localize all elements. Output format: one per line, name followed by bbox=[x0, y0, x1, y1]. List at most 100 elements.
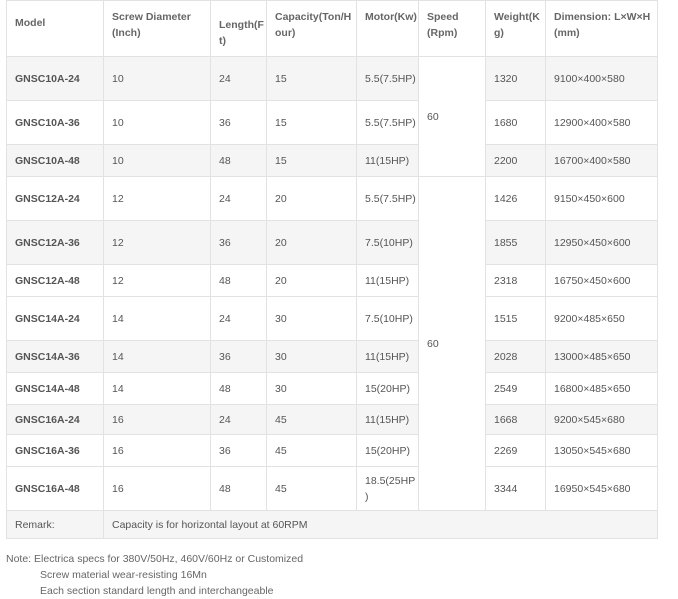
notes: Note: Electrica specs for 380V/50Hz, 460… bbox=[6, 551, 303, 599]
cell-model: GNSC14A-36 bbox=[6, 340, 104, 373]
cell-length: 36 bbox=[210, 340, 267, 373]
cell-length: 24 bbox=[210, 176, 267, 221]
cell-model: GNSC10A-24 bbox=[6, 56, 104, 101]
cell-motor: 18.5(25HP) bbox=[356, 466, 419, 511]
cell-weight: 1515 bbox=[485, 296, 546, 341]
cell-screw: 10 bbox=[103, 144, 211, 177]
cell-length: 24 bbox=[210, 404, 267, 435]
table-row: GNSC14A-36 14 36 30 11(15HP) 2028 13000×485×65… bbox=[6, 340, 658, 373]
cell-weight: 1320 bbox=[485, 56, 546, 101]
header-capacity: Capacity(Ton/Hour) bbox=[266, 0, 357, 57]
header-weight: Weight(Kg) bbox=[485, 0, 546, 57]
cell-dimension: 9200×545×680 bbox=[545, 404, 658, 435]
cell-screw: 14 bbox=[103, 372, 211, 405]
cell-screw: 16 bbox=[103, 404, 211, 435]
note-line: Screw material wear-resisting 16Mn bbox=[40, 569, 207, 581]
cell-weight: 2028 bbox=[485, 340, 546, 373]
cell-screw: 16 bbox=[103, 434, 211, 467]
cell-motor: 11(15HP) bbox=[356, 340, 419, 373]
cell-length: 48 bbox=[210, 264, 267, 297]
cell-screw: 10 bbox=[103, 56, 211, 101]
cell-capacity: 30 bbox=[266, 296, 357, 341]
cell-capacity: 20 bbox=[266, 264, 357, 297]
cell-dimension: 13000×485×650 bbox=[545, 340, 658, 373]
table-row: GNSC12A-48 12 48 20 11(15HP) 2318 16750×450×60… bbox=[6, 264, 658, 297]
cell-motor: 5.5(7.5HP) bbox=[356, 100, 419, 145]
cell-model: GNSC12A-36 bbox=[6, 220, 104, 265]
table-row: GNSC16A-48 16 48 45 18.5(25HP) 3344 16950×545×… bbox=[6, 466, 658, 511]
cell-length: 36 bbox=[210, 100, 267, 145]
cell-screw: 12 bbox=[103, 220, 211, 265]
remark-row: Remark: Capacity is for horizontal layout… bbox=[6, 510, 658, 539]
cell-screw: 14 bbox=[103, 340, 211, 373]
cell-model: GNSC14A-48 bbox=[6, 372, 104, 405]
cell-dimension: 9100×400×580 bbox=[545, 56, 658, 101]
cell-model: GNSC12A-48 bbox=[6, 264, 104, 297]
header-dimension: Dimension: L×W×H (mm) bbox=[545, 0, 658, 57]
cell-motor: 11(15HP) bbox=[356, 144, 419, 177]
cell-dimension: 16950×545×680 bbox=[545, 466, 658, 511]
cell-length: 36 bbox=[210, 220, 267, 265]
cell-model: GNSC12A-24 bbox=[6, 176, 104, 221]
header-speed: Speed (Rpm) bbox=[418, 0, 486, 57]
cell-capacity: 15 bbox=[266, 100, 357, 145]
cell-dimension: 9200×485×650 bbox=[545, 296, 658, 341]
cell-capacity: 30 bbox=[266, 340, 357, 373]
cell-motor: 15(20HP) bbox=[356, 434, 419, 467]
cell-capacity: 15 bbox=[266, 144, 357, 177]
cell-screw: 12 bbox=[103, 264, 211, 297]
cell-capacity: 20 bbox=[266, 176, 357, 221]
header-length: Length(Ft) bbox=[210, 0, 267, 57]
cell-dimension: 13050×545×680 bbox=[545, 434, 658, 467]
cell-model: GNSC14A-24 bbox=[6, 296, 104, 341]
cell-length: 24 bbox=[210, 296, 267, 341]
cell-capacity: 45 bbox=[266, 434, 357, 467]
cell-motor: 15(20HP) bbox=[356, 372, 419, 405]
cell-length: 36 bbox=[210, 434, 267, 467]
cell-motor: 7.5(10HP) bbox=[356, 220, 419, 265]
cell-dimension: 16800×485×650 bbox=[545, 372, 658, 405]
cell-motor: 11(15HP) bbox=[356, 404, 419, 435]
table-row: GNSC14A-24 14 24 30 7.5(10HP) 1515 9200×485×65… bbox=[6, 296, 658, 341]
table-row: GNSC10A-36 10 36 15 5.5(7.5HP) 1680 12900×400×… bbox=[6, 100, 658, 145]
cell-weight: 3344 bbox=[485, 466, 546, 511]
cell-weight: 1668 bbox=[485, 404, 546, 435]
header-model: Model bbox=[6, 0, 104, 57]
cell-weight: 1855 bbox=[485, 220, 546, 265]
table-row: GNSC12A-36 12 36 20 7.5(10HP) 1855 12950×450×6… bbox=[6, 220, 658, 265]
cell-motor: 5.5(7.5HP) bbox=[356, 56, 419, 101]
table-header-row: Model Screw Diameter (Inch) Length(Ft) C… bbox=[6, 0, 658, 57]
cell-motor: 5.5(7.5HP) bbox=[356, 176, 419, 221]
cell-dimension: 9150×450×600 bbox=[545, 176, 658, 221]
cell-weight: 2200 bbox=[485, 144, 546, 177]
table-row: GNSC16A-36 16 36 45 15(20HP) 2269 13050×545×68… bbox=[6, 434, 658, 467]
table-row: GNSC14A-48 14 48 30 15(20HP) 2549 16800×485×65… bbox=[6, 372, 658, 405]
cell-weight: 2549 bbox=[485, 372, 546, 405]
note-line: Each section standard length and interch… bbox=[40, 585, 274, 597]
cell-weight: 1426 bbox=[485, 176, 546, 221]
cell-length: 24 bbox=[210, 56, 267, 101]
cell-screw: 14 bbox=[103, 296, 211, 341]
spec-table: Model Screw Diameter (Inch) Length(Ft) C… bbox=[6, 0, 658, 539]
cell-weight: 1680 bbox=[485, 100, 546, 145]
note-line: Note: Electrica specs for 380V/50Hz, 460… bbox=[6, 553, 304, 565]
cell-length: 48 bbox=[210, 372, 267, 405]
table-row: GNSC10A-24 10 24 15 5.5(7.5HP) 60 1320 9100×400… bbox=[6, 56, 658, 177]
cell-speed: 60 bbox=[418, 56, 486, 177]
cell-capacity: 45 bbox=[266, 466, 357, 511]
remark-label: Remark: bbox=[6, 510, 104, 539]
cell-model: GNSC16A-36 bbox=[6, 434, 104, 467]
cell-capacity: 30 bbox=[266, 372, 357, 405]
header-motor: Motor(Kw) bbox=[356, 0, 419, 57]
cell-length: 48 bbox=[210, 466, 267, 511]
cell-dimension: 16700×400×580 bbox=[545, 144, 658, 177]
cell-screw: 12 bbox=[103, 176, 211, 221]
cell-screw: 16 bbox=[103, 466, 211, 511]
cell-length: 48 bbox=[210, 144, 267, 177]
cell-weight: 2269 bbox=[485, 434, 546, 467]
header-screw-diameter: Screw Diameter (Inch) bbox=[103, 0, 211, 57]
cell-dimension: 16750×450×600 bbox=[545, 264, 658, 297]
cell-model: GNSC10A-36 bbox=[6, 100, 104, 145]
cell-capacity: 20 bbox=[266, 220, 357, 265]
cell-motor: 11(15HP) bbox=[356, 264, 419, 297]
